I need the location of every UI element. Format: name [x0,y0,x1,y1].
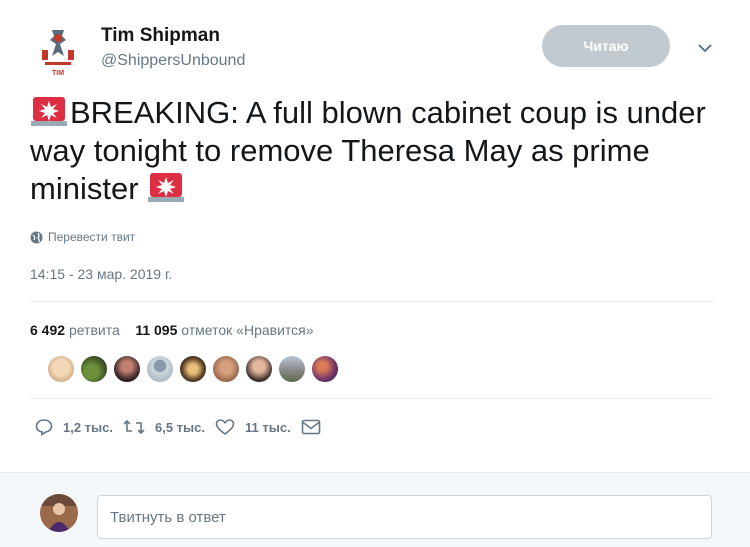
envelope-icon [301,419,320,435]
heart-icon [215,419,235,436]
liker-avatar[interactable] [277,354,307,384]
tweet-body: BREAKING: A full blown cabinet coup is u… [30,95,706,206]
avatar-text: TIM [52,70,64,77]
following-button[interactable]: Читаю [542,25,670,67]
rotating-light-icon [30,95,68,127]
liker-avatar[interactable] [79,354,109,384]
direct-message-action[interactable] [301,419,331,435]
liker-avatar[interactable] [145,354,175,384]
retweet-icon [123,419,145,435]
liker-avatar[interactable] [46,354,76,384]
liker-avatar[interactable] [211,354,241,384]
chevron-down-icon[interactable] [694,38,716,58]
divider [30,398,713,399]
author-handle[interactable]: @ShippersUnbound [101,52,245,70]
author-name[interactable]: Tim Shipman [101,25,220,47]
retweet-action[interactable]: 6,5 тыс. [123,418,205,436]
liker-avatar[interactable] [310,354,340,384]
retweet-count: 6,5 тыс. [155,419,205,435]
reply-action[interactable]: 1,2 тыс. [35,418,113,436]
user-avatar[interactable] [40,494,78,532]
divider [30,301,713,302]
translate-tweet-link[interactable]: Перевести твит [30,230,135,244]
reply-icon [35,419,53,436]
liker-avatar[interactable] [112,354,142,384]
tweet-actions: 1,2 тыс. 6,5 тыс. 11 тыс. [35,418,341,436]
globe-icon [30,231,43,243]
liker-avatar[interactable] [178,354,208,384]
translate-label: Перевести твит [48,230,136,244]
like-count: 11 тыс. [245,419,291,435]
like-action[interactable]: 11 тыс. [215,418,291,436]
likers-avatars [46,354,343,384]
like-stat[interactable]: 11 095 отметок «Нравится» [135,322,313,338]
tweet-timestamp[interactable]: 14:15 - 23 мар. 2019 г. [30,266,172,282]
reply-bar: Твитнуть в ответ [0,472,750,547]
reply-count: 1,2 тыс. [63,419,113,435]
author-avatar[interactable]: TIM [30,22,86,78]
rotating-light-icon [147,171,185,203]
tweet-stats: 6 492 ретвита 11 095 отметок «Нравится» [30,322,314,338]
liker-avatar[interactable] [244,354,274,384]
retweet-stat[interactable]: 6 492 ретвита [30,322,120,338]
reply-input[interactable]: Твитнуть в ответ [97,495,712,539]
tweet-card: TIM Tim Shipman @ShippersUnbound Читаю B… [0,0,750,472]
tweet-text: BREAKING: A full blown cabinet coup is u… [30,94,730,208]
